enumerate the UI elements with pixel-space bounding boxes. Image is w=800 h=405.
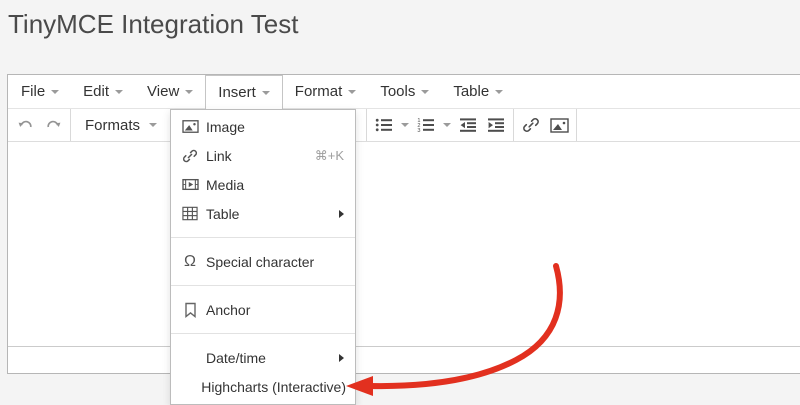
menubar-item-file[interactable]: File [9,75,71,108]
redo-button[interactable] [39,112,67,138]
image-icon [550,117,569,134]
table-icon [180,206,200,221]
menubar-item-label: Table [453,83,489,100]
menu-item-label: Anchor [206,302,250,318]
indent-button[interactable] [482,112,510,138]
menu-item-highcharts[interactable]: Highcharts (Interactive) [171,372,355,401]
submenu-arrow-icon [339,354,344,362]
omega-icon: Ω [180,253,200,271]
numbered-list-button[interactable]: 123 [412,112,440,138]
menu-item-table[interactable]: Table [171,199,355,228]
menu-item-label: Link [206,148,232,164]
outdent-icon [459,117,477,133]
chevron-down-icon [443,123,451,127]
redo-icon [45,117,62,134]
editor-statusbar [8,346,800,370]
menu-separator [171,237,355,238]
menubar-item-insert[interactable]: Insert [205,75,283,109]
chevron-down-icon [401,123,409,127]
chevron-down-icon [421,90,429,94]
menubar-item-label: Format [295,83,343,100]
chevron-down-icon [495,90,503,94]
undo-button[interactable] [11,112,39,138]
menu-item-label: Date/time [206,350,266,366]
menubar-item-label: Insert [218,84,256,101]
svg-text:3: 3 [417,128,420,133]
toolbar: Formats 123 [8,109,800,142]
image-icon [180,119,200,134]
menu-separator [171,333,355,334]
menubar: File Edit View Insert Format Tools Table [8,75,800,109]
insert-dropdown-menu: Image Link ⌘+K Media [170,109,356,405]
numbered-list-icon: 123 [417,117,435,133]
menubar-item-table[interactable]: Table [441,75,515,108]
bullet-list-caret-button[interactable] [398,112,412,138]
anchor-icon [180,302,200,318]
menu-item-label: Table [206,206,239,222]
chevron-down-icon [348,90,356,94]
menubar-item-label: File [21,83,45,100]
outdent-button[interactable] [454,112,482,138]
toolbar-group-insert [514,109,577,141]
toolbar-group-lists: 123 [367,109,514,141]
menu-item-label: Media [206,177,244,193]
menu-item-image[interactable]: Image [171,112,355,141]
insert-image-button[interactable] [545,112,573,138]
indent-icon [487,117,505,133]
toolbar-group-formats: Formats [71,109,172,141]
menu-item-label: Highcharts (Interactive) [201,379,346,395]
media-icon [180,177,200,192]
bullet-list-icon [375,117,393,133]
menu-item-label: Image [206,119,245,135]
chevron-down-icon [185,90,193,94]
menu-item-label: Special character [206,254,314,270]
formats-dropdown[interactable]: Formats [74,112,168,138]
tinymce-editor: File Edit View Insert Format Tools Table [7,74,800,374]
menubar-item-edit[interactable]: Edit [71,75,135,108]
insert-link-button[interactable] [517,112,545,138]
menu-item-link[interactable]: Link ⌘+K [171,141,355,170]
menubar-item-label: Tools [380,83,415,100]
menubar-item-tools[interactable]: Tools [368,75,441,108]
menu-item-special-character[interactable]: Ω Special character [171,247,355,276]
page-title: TinyMCE Integration Test [8,9,298,40]
chevron-down-icon [262,91,270,95]
bullet-list-button[interactable] [370,112,398,138]
undo-icon [17,117,34,134]
menu-item-media[interactable]: Media [171,170,355,199]
menu-item-datetime[interactable]: Date/time [171,343,355,372]
menubar-item-format[interactable]: Format [283,75,369,108]
menu-separator [171,285,355,286]
menu-item-anchor[interactable]: Anchor [171,295,355,324]
numbered-list-caret-button[interactable] [440,112,454,138]
formats-dropdown-label: Formats [85,117,140,134]
menu-item-shortcut: ⌘+K [315,148,346,164]
link-icon [522,116,540,134]
submenu-arrow-icon [339,210,344,218]
toolbar-group-history [8,109,71,141]
menubar-item-view[interactable]: View [135,75,205,108]
menubar-item-label: View [147,83,179,100]
menubar-item-label: Edit [83,83,109,100]
chevron-down-icon [115,90,123,94]
chevron-down-icon [51,90,59,94]
editor-content-area[interactable] [8,142,800,346]
link-icon [180,148,200,164]
chevron-down-icon [149,123,157,127]
